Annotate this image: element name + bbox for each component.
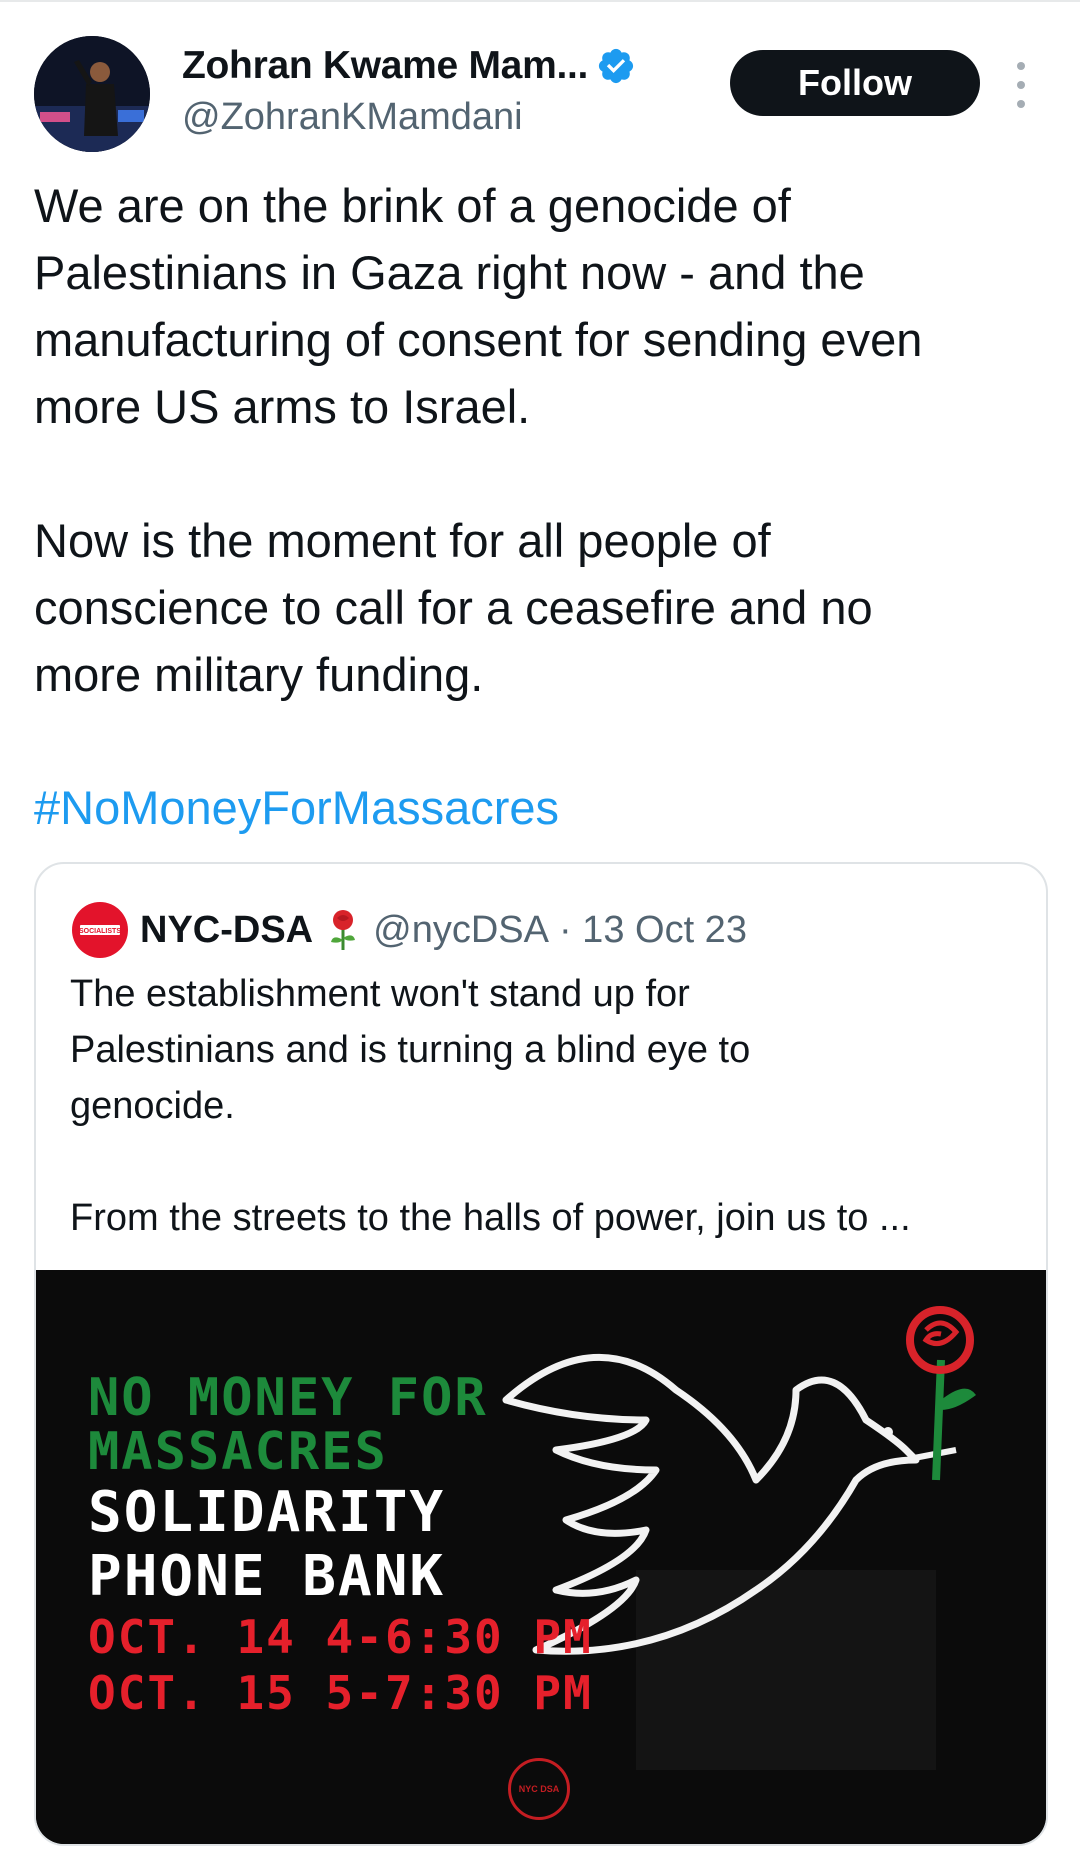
author-avatar[interactable] — [34, 36, 150, 152]
poster-line-5: OCT. 14 4-6:30 PM — [88, 1610, 593, 1664]
poster-line-2: MASSACRES — [88, 1422, 388, 1482]
svg-text:SOCIALISTS: SOCIALISTS — [79, 928, 121, 935]
poster-line-6: OCT. 15 5-7:30 PM — [88, 1666, 593, 1720]
quoted-handle[interactable]: @nycDSA — [373, 909, 549, 952]
poster-line-1: NO MONEY FOR — [88, 1368, 488, 1428]
poster-image[interactable]: NO MONEY FOR MASSACRES SOLIDARITY PHONE … — [36, 1270, 1046, 1844]
quoted-display-name[interactable]: NYC-DSA — [140, 909, 313, 952]
rose-emoji-icon — [331, 910, 356, 950]
poster-line-4: PHONE BANK — [88, 1544, 446, 1609]
quoted-date[interactable]: · 13 Oct 23 — [559, 909, 747, 952]
hashtag-link[interactable]: #NoMoneyForMassacres — [34, 780, 559, 835]
quoted-tweet[interactable]: SOCIALISTS NYC-DSA @nycDSA · 13 Oct 23 T… — [34, 862, 1048, 1846]
profile-photo-icon — [34, 36, 150, 152]
top-divider — [0, 0, 1080, 2]
poster-line-3: SOLIDARITY — [88, 1480, 446, 1545]
follow-button[interactable]: Follow — [730, 50, 980, 116]
quoted-text: The establishment won't stand up for Pal… — [70, 973, 911, 1239]
author-display-name[interactable]: Zohran Kwame Mam... — [182, 44, 588, 88]
nyc-dsa-logo-icon: SOCIALISTS — [72, 902, 128, 958]
nyc-dsa-badge: NYC DSA — [508, 1758, 570, 1820]
verified-badge-icon — [598, 48, 634, 84]
author-handle[interactable]: @ZohranKMamdani — [182, 96, 523, 139]
vertical-ellipsis-icon[interactable] — [1012, 62, 1030, 108]
tweet-text: We are on the brink of a genocide of Pal… — [34, 179, 923, 701]
